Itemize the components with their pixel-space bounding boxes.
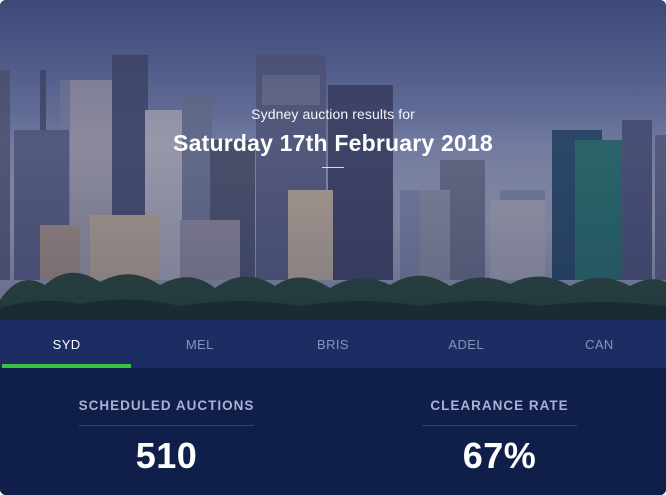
- clearance-rate-label: CLEARANCE RATE: [430, 398, 569, 413]
- hero-divider: [322, 167, 344, 168]
- scheduled-auctions-value: 510: [135, 435, 198, 476]
- clearance-rate-stat: CLEARANCE RATE 67%: [333, 368, 666, 495]
- stat-divider: [79, 425, 254, 426]
- scheduled-auctions-label: SCHEDULED AUCTIONS: [78, 398, 255, 413]
- auction-results-card: Sydney auction results for Saturday 17th…: [0, 0, 666, 495]
- hero-heading: Sydney auction results for Saturday 17th…: [0, 106, 666, 168]
- tab-syd[interactable]: SYD: [0, 320, 133, 368]
- hero-subtitle: Sydney auction results for: [251, 106, 415, 122]
- tab-can[interactable]: CAN: [533, 320, 666, 368]
- tab-mel[interactable]: MEL: [133, 320, 266, 368]
- tab-adel[interactable]: ADEL: [400, 320, 533, 368]
- hero-title: Saturday 17th February 2018: [173, 130, 493, 156]
- stats-panel: SCHEDULED AUCTIONS 510 CLEARANCE RATE 67…: [0, 368, 666, 495]
- hero-banner: Sydney auction results for Saturday 17th…: [0, 0, 666, 320]
- scheduled-auctions-stat: SCHEDULED AUCTIONS 510: [0, 368, 333, 495]
- stat-divider: [422, 425, 577, 426]
- clearance-rate-value: 67%: [462, 435, 537, 476]
- tab-bris[interactable]: BRIS: [266, 320, 399, 368]
- city-tabs: SYD MEL BRIS ADEL CAN: [0, 320, 666, 368]
